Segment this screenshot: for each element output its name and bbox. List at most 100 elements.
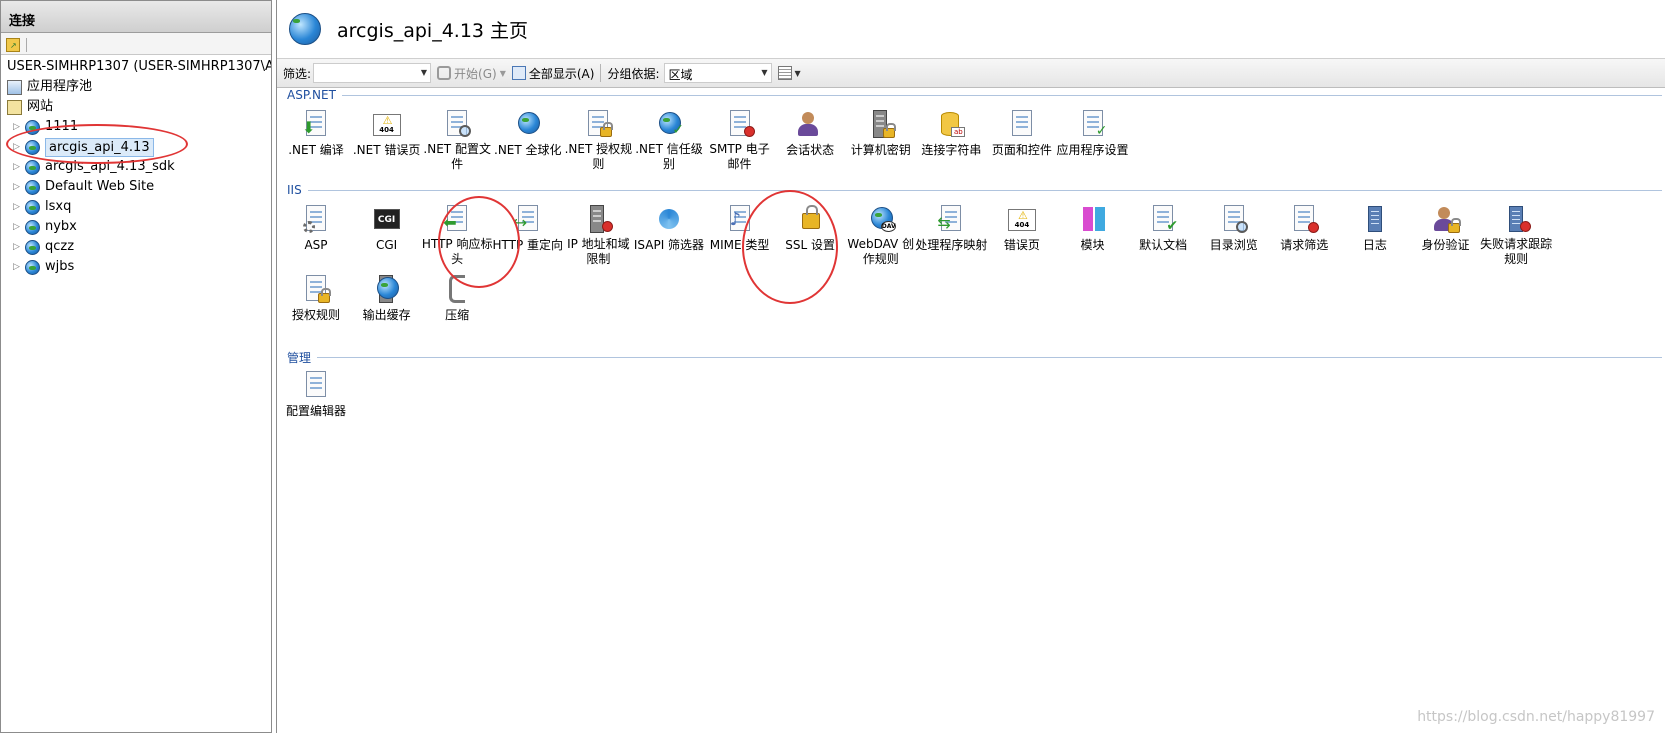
tree-node[interactable]: 网站 <box>1 97 271 117</box>
expand-arrow-icon[interactable]: ▷ <box>13 217 20 237</box>
feature-dotnet-authorization[interactable]: .NET 授权规则 <box>563 106 633 172</box>
feature-request-filtering[interactable]: 请求筛选 <box>1269 201 1339 267</box>
feature-default-document[interactable]: ✔ 默认文档 <box>1128 201 1198 267</box>
feature-mime-types[interactable]: ♪ MIME 类型 <box>705 201 775 267</box>
feature-pages-controls[interactable]: 页面和控件 <box>987 106 1057 172</box>
feature-modules[interactable]: 模块 <box>1058 201 1128 267</box>
feature-directory-browsing[interactable]: 目录浏览 <box>1199 201 1269 267</box>
feature-connection-strings[interactable]: ab 连接字符串 <box>916 106 986 172</box>
feature-label: 日志 <box>1362 238 1387 252</box>
expand-arrow-icon[interactable]: ▷ <box>13 237 20 257</box>
tree-node-selected[interactable]: ▷ arcgis_api_4.13 <box>1 137 271 157</box>
dotnet-authorization-icon <box>582 108 614 139</box>
start-dropdown-icon: ▼ <box>499 68 506 78</box>
group-by-dropdown-icon: ▼ <box>761 68 768 77</box>
feature-isapi-filters[interactable]: ISAPI 筛选器 <box>634 201 704 267</box>
feature-handler-mappings[interactable]: ⇆ 处理程序映射 <box>915 201 987 267</box>
expand-arrow-icon[interactable]: ▷ <box>13 257 20 277</box>
tree-node[interactable]: ▷ wjbs <box>1 257 271 277</box>
view-toggle-button[interactable]: ▼ <box>777 66 801 80</box>
show-all-button[interactable]: 全部显示(A) <box>511 65 594 82</box>
feature-label: 失败请求跟踪规则 <box>1480 237 1553 266</box>
expand-arrow-icon[interactable]: ▷ <box>13 117 20 137</box>
feature-label: 应用程序设置 <box>1056 143 1129 157</box>
tree-node[interactable]: ▷ lsxq <box>1 197 271 217</box>
view-dropdown-icon: ▼ <box>794 68 801 78</box>
section-header[interactable]: ASP.NET <box>287 88 1662 102</box>
feature-webdav[interactable]: DAV WebDAV 创作规则 <box>846 201 916 267</box>
filter-input[interactable]: ▼ <box>313 63 432 83</box>
feature-label: WebDAV 创作规则 <box>847 237 915 266</box>
start-button[interactable]: 开始(G) ▼ <box>437 65 506 82</box>
feature-label: 页面和控件 <box>991 143 1052 157</box>
tree-node[interactable]: ▷ arcgis_api_4.13_sdk <box>1 157 271 177</box>
feature-dotnet-globalization[interactable]: .NET 全球化 <box>493 106 563 172</box>
feature-asp[interactable]: ASP <box>281 201 351 267</box>
globe-icon <box>25 120 40 135</box>
group-by-select[interactable]: 区域 ▼ <box>663 63 772 83</box>
feature-http-response-headers[interactable]: ⬅ HTTP 响应标头 <box>422 201 492 267</box>
filter-separator <box>600 64 602 82</box>
tree-node[interactable]: ▷ qczz <box>1 237 271 257</box>
feature-label: HTTP 响应标头 <box>421 237 493 266</box>
feature-output-caching[interactable]: 输出缓存 <box>352 271 422 337</box>
feature-cgi[interactable]: CGI CGI <box>352 201 422 267</box>
feature-authentication[interactable]: 身份验证 <box>1411 201 1481 267</box>
section-header[interactable]: 管理 <box>287 349 1662 366</box>
start-button-label: 开始(G) <box>454 66 497 81</box>
directory-browsing-icon <box>1218 203 1250 235</box>
tree-node[interactable]: USER-SIMHRP1307 (USER-SIMHRP1307\Adm <box>1 57 271 77</box>
expand-arrow-icon[interactable]: ▷ <box>13 197 20 217</box>
tree-node[interactable]: ▷ 1111 <box>1 117 271 137</box>
feature-label: 目录浏览 <box>1209 238 1258 252</box>
configuration-editor-icon <box>300 369 332 401</box>
output-caching-icon <box>371 273 403 305</box>
feature-authorization-rules[interactable]: 授权规则 <box>281 271 351 337</box>
dotnet-error-page-icon: 404 <box>371 108 403 140</box>
section-title: ASP.NET <box>287 88 336 102</box>
feature-dotnet-compile[interactable]: ⬇ .NET 编译 <box>281 106 351 172</box>
feature-compression[interactable]: 压缩 <box>422 271 492 337</box>
watermark-text: https://blog.csdn.net/happy81997 <box>1417 709 1655 725</box>
feature-groups: ASP.NET⬇.NET 编译404.NET 错误页.NET 配置文件.NET … <box>277 88 1665 733</box>
session-state-icon <box>794 108 826 140</box>
tree-node-label: arcgis_api_4.13 <box>45 138 154 157</box>
group-by-label: 分组依据: <box>607 66 660 81</box>
expand-arrow-icon[interactable]: ▷ <box>13 137 20 157</box>
tree-node[interactable]: ▷ nybx <box>1 217 271 237</box>
feature-configuration-editor[interactable]: 配置编辑器 <box>281 367 351 433</box>
feature-smtp-email[interactable]: SMTP 电子邮件 <box>705 106 775 172</box>
feature-machine-key[interactable]: 计算机密钥 <box>846 106 916 172</box>
feature-label: .NET 配置文件 <box>423 142 491 171</box>
filter-dropdown-icon[interactable]: ▼ <box>421 68 427 77</box>
feature-label: 计算机密钥 <box>850 143 911 157</box>
expand-arrow-icon[interactable]: ▷ <box>13 157 20 177</box>
feature-error-pages[interactable]: 404 错误页 <box>987 201 1057 267</box>
feature-app-settings[interactable]: ✓ 应用程序设置 <box>1056 106 1129 172</box>
globe-icon <box>25 220 40 235</box>
section-divider <box>307 189 1662 191</box>
feature-dotnet-error-page[interactable]: 404 .NET 错误页 <box>352 106 422 172</box>
default-document-icon: ✔ <box>1147 203 1179 235</box>
tree-node-label: nybx <box>45 219 77 234</box>
feature-http-redirect[interactable]: ↪ HTTP 重定向 <box>493 201 563 267</box>
feature-dotnet-profile[interactable]: .NET 配置文件 <box>422 106 492 172</box>
feature-session-state[interactable]: 会话状态 <box>775 106 845 172</box>
section-header[interactable]: IIS <box>287 183 1662 197</box>
connect-icon[interactable]: ↗ <box>6 38 20 52</box>
dotnet-globalization-icon <box>512 108 544 140</box>
logging-icon <box>1359 203 1391 235</box>
tree-node[interactable]: ▷ Default Web Site <box>1 177 271 197</box>
feature-failed-request-tracing[interactable]: 失败请求跟踪规则 <box>1480 201 1553 267</box>
feature-logging[interactable]: 日志 <box>1340 201 1410 267</box>
group-by-value: 区域 <box>668 68 693 82</box>
isapi-filters-icon <box>653 203 685 235</box>
tree-node[interactable]: 应用程序池 <box>1 77 271 97</box>
feature-label: MIME 类型 <box>709 238 770 252</box>
feature-dotnet-trust-level[interactable]: ✓ .NET 信任级别 <box>634 106 704 172</box>
feature-ssl-settings[interactable]: SSL 设置 <box>775 201 845 267</box>
expand-arrow-icon[interactable]: ▷ <box>13 177 20 197</box>
connections-pane: 连接 ↗ USER-SIMHRP1307 (USER-SIMHRP1307\Ad… <box>0 0 272 733</box>
feature-ip-domain-restrictions[interactable]: IP 地址和域限制 <box>563 201 633 267</box>
feature-label: 身份验证 <box>1421 238 1470 252</box>
